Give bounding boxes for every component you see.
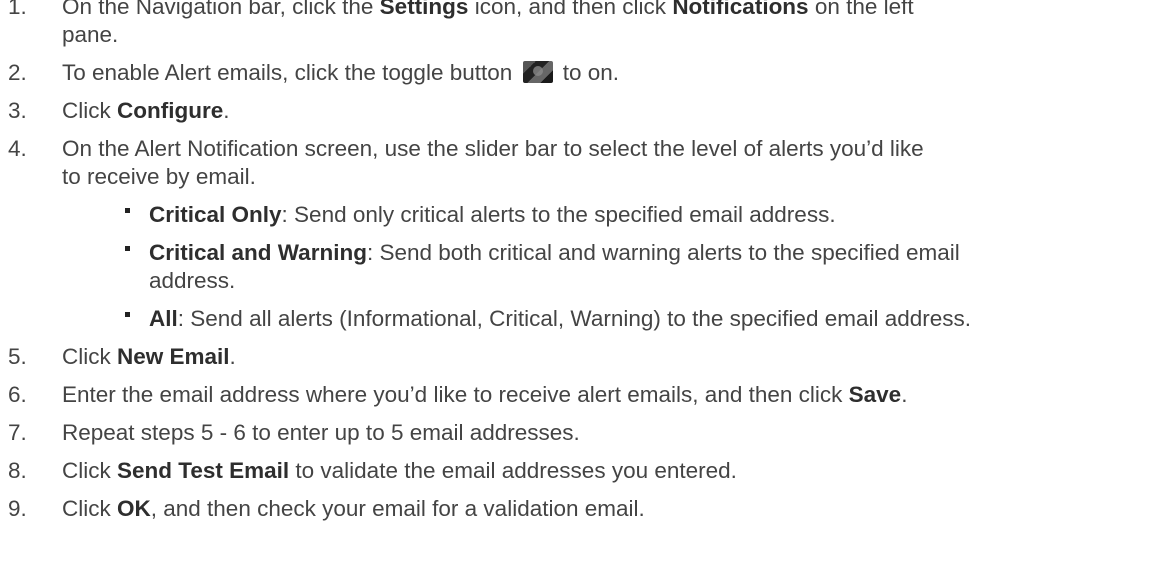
step-8: 8. Click Send Test Email to validate the… (0, 457, 1157, 485)
step-text: To enable Alert emails, click the toggle… (62, 60, 519, 85)
step-continuation: pane. (62, 22, 119, 47)
step-5: 5. Click New Email. (0, 343, 1157, 371)
bullet-text: : Send all alerts (Informational, Critic… (177, 306, 972, 331)
step-bold-text: Settings (379, 0, 469, 19)
step-bold-text: Configure (117, 98, 224, 123)
step-bold-text: Notifications (672, 0, 809, 19)
step-number: 5. (8, 344, 27, 369)
step-2: 2. To enable Alert emails, click the tog… (0, 59, 1157, 87)
step-3: 3. Click Configure. (0, 97, 1157, 125)
step-text: Click (62, 496, 117, 521)
toggle-switch-icon (522, 61, 553, 83)
step-text: On the Navigation bar, click the (62, 0, 380, 19)
square-bullet-icon (125, 312, 130, 317)
step-bold-text: New Email (117, 344, 230, 369)
step-number: 3. (8, 98, 27, 123)
step-number: 7. (8, 420, 27, 445)
step-number: 6. (8, 382, 27, 407)
step-6: 6. Enter the email address where you’d l… (0, 381, 1157, 409)
bullet-text: : Send both critical and warning alerts … (366, 240, 960, 265)
step-number: 1. (8, 0, 27, 19)
step-text: . (229, 344, 236, 369)
instructions-document: 1. On the Navigation bar, click the Sett… (0, 0, 1157, 533)
step-text: Click (62, 344, 117, 369)
step-bold-text: OK (117, 496, 151, 521)
step-bold-text: Save (848, 382, 902, 407)
step-text: to on. (556, 60, 620, 85)
step-1: 1. On the Navigation bar, click the Sett… (0, 0, 1157, 49)
bullet-item: All: Send all alerts (Informational, Cri… (62, 305, 1157, 333)
step-text: . (901, 382, 908, 407)
step-text: Click (62, 458, 117, 483)
step-number: 2. (8, 60, 27, 85)
step-text: . (223, 98, 230, 123)
steps-list: 1. On the Navigation bar, click the Sett… (0, 0, 1157, 523)
bullet-item: Critical and Warning: Send both critical… (62, 239, 1157, 295)
step-7: 7. Repeat steps 5 - 6 to enter up to 5 e… (0, 419, 1157, 447)
step-number: 9. (8, 496, 27, 521)
step-text: , and then check your email for a valida… (150, 496, 645, 521)
alert-levels-list: Critical Only: Send only critical alerts… (62, 201, 1157, 333)
bullet-continuation: address. (149, 268, 236, 293)
step-continuation: to receive by email. (62, 164, 256, 189)
bullet-bold-text: Critical Only (149, 202, 282, 227)
step-9: 9. Click OK, and then check your email f… (0, 495, 1157, 523)
bullet-item: Critical Only: Send only critical alerts… (62, 201, 1157, 229)
square-bullet-icon (125, 208, 130, 213)
step-text: On the Alert Notification screen, use th… (62, 136, 924, 161)
bullet-bold-text: Critical and Warning (149, 240, 367, 265)
bullet-bold-text: All (149, 306, 178, 331)
bullet-text: : Send only critical alerts to the speci… (281, 202, 836, 227)
step-number: 4. (8, 136, 27, 161)
step-text: icon, and then click (468, 0, 673, 19)
step-bold-text: Send Test Email (117, 458, 290, 483)
square-bullet-icon (125, 246, 130, 251)
step-text: to validate the email addresses you ente… (289, 458, 737, 483)
step-text: Enter the email address where you’d like… (62, 382, 849, 407)
step-text: on the left (808, 0, 914, 19)
step-4: 4. On the Alert Notification screen, use… (0, 135, 1157, 333)
step-number: 8. (8, 458, 27, 483)
step-text: Repeat steps 5 - 6 to enter up to 5 emai… (62, 420, 580, 445)
step-text: Click (62, 98, 117, 123)
